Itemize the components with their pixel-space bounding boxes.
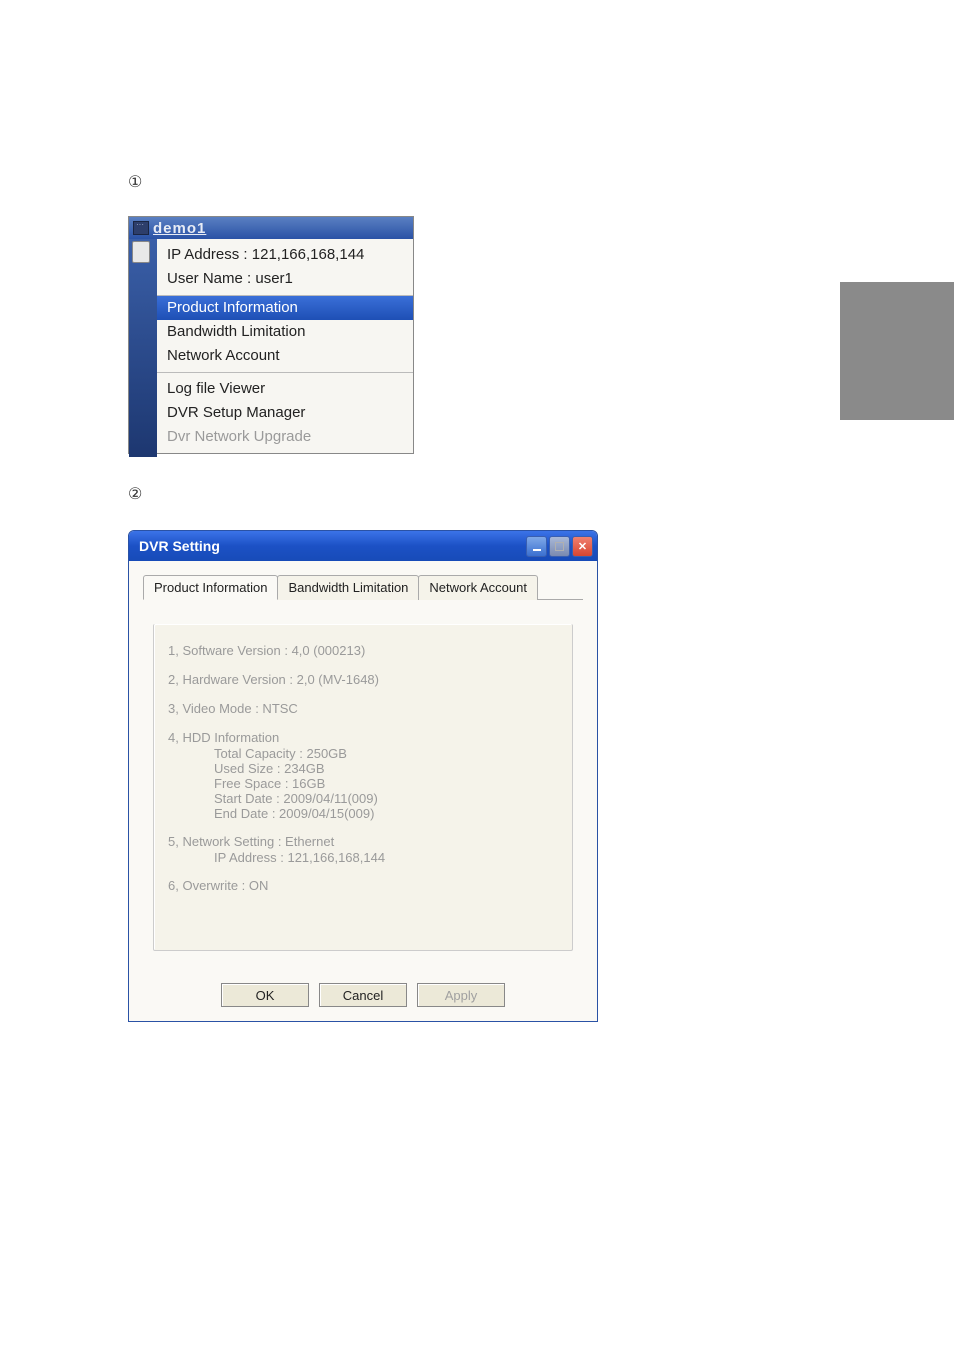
- hdd-information-line: 4, HDD Information: [168, 729, 558, 746]
- hdd-total-capacity: Total Capacity : 250GB: [168, 746, 558, 761]
- menu-item-dvr-setup-manager[interactable]: DVR Setup Manager: [167, 401, 413, 425]
- tab-product-information[interactable]: Product Information: [143, 575, 278, 600]
- menu-item-network-account[interactable]: Network Account: [167, 344, 413, 372]
- minimize-button[interactable]: [526, 536, 547, 557]
- video-mode-line: 3, Video Mode : NTSC: [168, 700, 558, 717]
- cancel-button[interactable]: Cancel: [319, 983, 407, 1007]
- close-button[interactable]: ✕: [572, 536, 593, 557]
- close-icon: ✕: [578, 540, 587, 553]
- ip-address-line: IP Address : 121,166,168,144: [167, 243, 413, 267]
- context-section-settings: Product Information Bandwidth Limitation…: [129, 296, 413, 373]
- maximize-button: [549, 536, 570, 557]
- window-icon: [133, 221, 149, 235]
- menu-item-bandwidth-limitation[interactable]: Bandwidth Limitation: [167, 320, 413, 344]
- menu-item-dvr-network-upgrade: Dvr Network Upgrade: [167, 425, 413, 449]
- hdd-start-date: Start Date : 2009/04/11(009): [168, 791, 558, 806]
- user-name-line: User Name : user1: [167, 267, 413, 291]
- context-section-tools: Log file Viewer DVR Setup Manager Dvr Ne…: [129, 373, 413, 453]
- hdd-end-date: End Date : 2009/04/15(009): [168, 806, 558, 821]
- context-menu-title: demo1: [153, 220, 206, 237]
- tab-network-account[interactable]: Network Account: [418, 575, 538, 600]
- menu-item-log-file-viewer[interactable]: Log file Viewer: [167, 377, 413, 401]
- network-setting-line: 5, Network Setting : Ethernet: [168, 833, 558, 850]
- ok-button[interactable]: OK: [221, 983, 309, 1007]
- marker-2: ②: [128, 484, 142, 504]
- apply-button: Apply: [417, 983, 505, 1007]
- minimize-icon: [533, 549, 541, 551]
- product-info-groupbox: 1, Software Version : 4,0 (000213) 2, Ha…: [153, 624, 573, 951]
- overwrite-line: 6, Overwrite : ON: [168, 877, 558, 894]
- tab-bandwidth-limitation[interactable]: Bandwidth Limitation: [277, 575, 419, 600]
- menu-item-product-information[interactable]: Product Information: [129, 296, 413, 320]
- gray-sidebar-block: [840, 282, 954, 420]
- window-controls: ✕: [526, 536, 593, 557]
- document-icon: [132, 241, 150, 263]
- hdd-free-space: Free Space : 16GB: [168, 776, 558, 791]
- context-menu-panel: demo1 IP Address : 121,166,168,144 User …: [128, 216, 414, 454]
- dvr-body: Product Information Bandwidth Limitation…: [129, 561, 597, 975]
- dvr-tabs: Product Information Bandwidth Limitation…: [143, 575, 583, 600]
- software-version-line: 1, Software Version : 4,0 (000213): [168, 642, 558, 659]
- context-section-info: IP Address : 121,166,168,144 User Name :…: [129, 239, 413, 296]
- network-ip-address: IP Address : 121,166,168,144: [168, 850, 558, 865]
- maximize-icon: [555, 542, 564, 551]
- dvr-titlebar: DVR Setting ✕: [129, 531, 597, 561]
- marker-1: ①: [128, 172, 142, 192]
- hdd-used-size: Used Size : 234GB: [168, 761, 558, 776]
- sidebar-strip: [129, 239, 157, 457]
- context-menu-titlebar: demo1: [129, 217, 413, 239]
- dvr-setting-window: DVR Setting ✕ Product Information Bandwi…: [128, 530, 598, 1022]
- hardware-version-line: 2, Hardware Version : 2,0 (MV-1648): [168, 671, 558, 688]
- dvr-window-title: DVR Setting: [139, 538, 220, 554]
- dvr-button-row: OK Cancel Apply: [129, 975, 597, 1021]
